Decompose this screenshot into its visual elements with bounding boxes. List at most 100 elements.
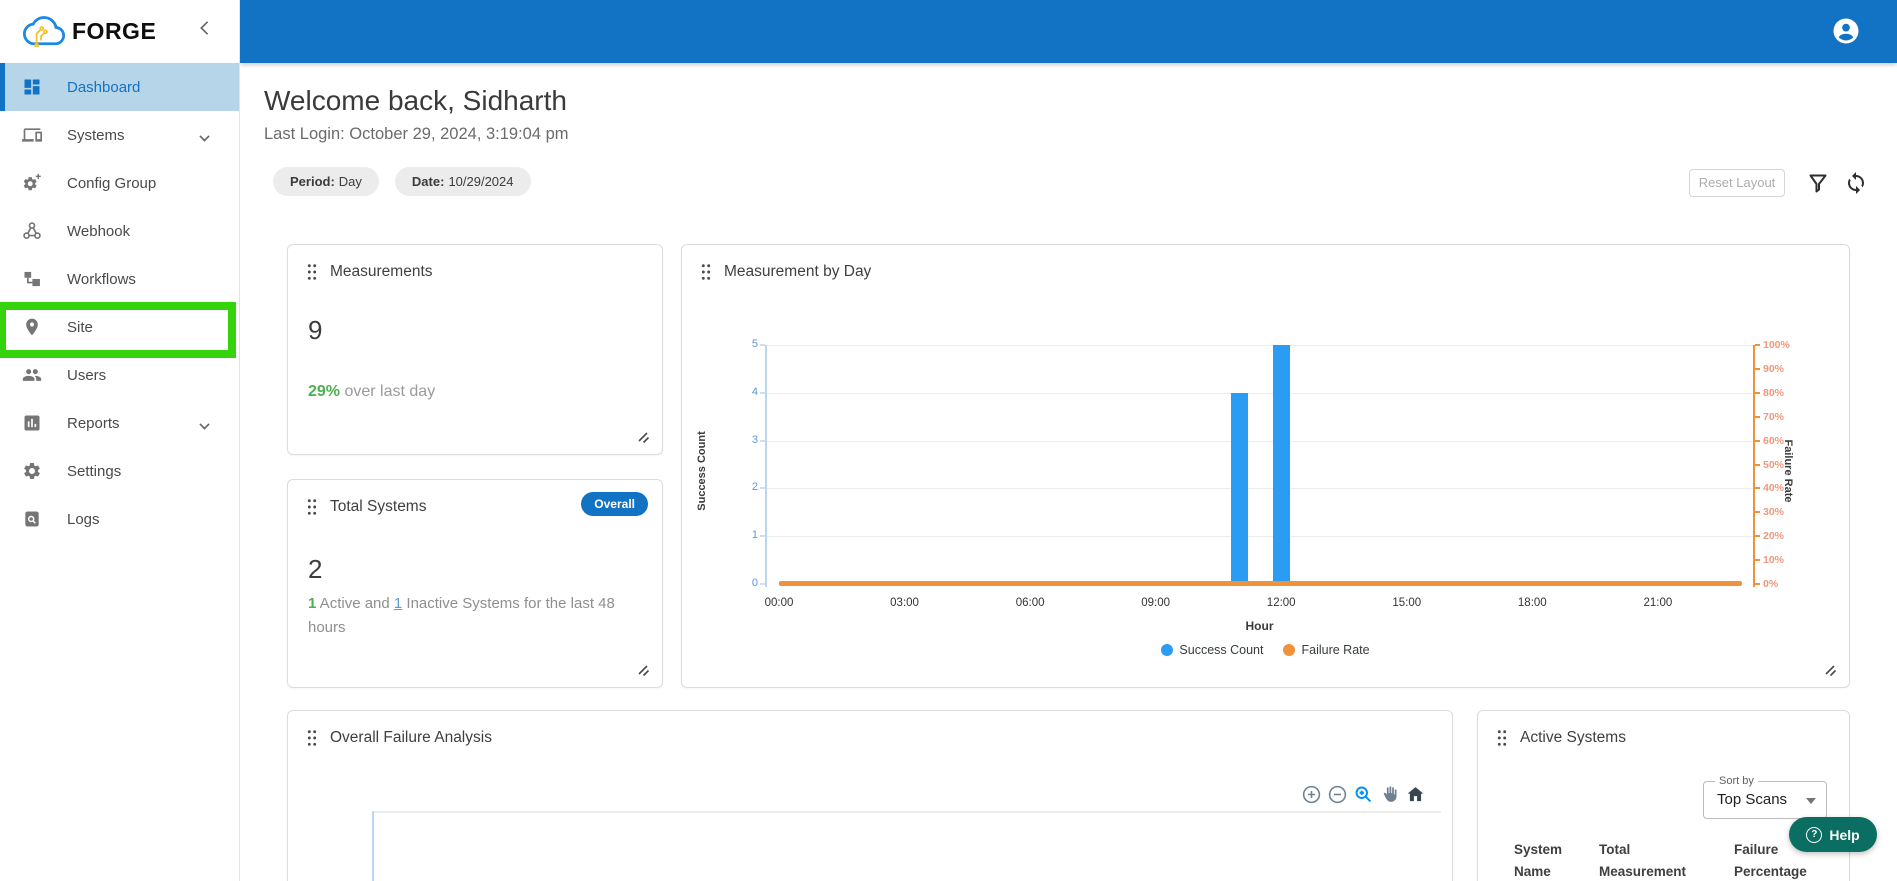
axis-tick bbox=[1755, 415, 1760, 418]
sort-by-select[interactable]: Sort by Top Scans bbox=[1703, 775, 1827, 819]
axis-tick bbox=[1755, 439, 1760, 442]
delta-percent: 29% bbox=[308, 383, 341, 400]
chart-toolbar bbox=[1301, 784, 1426, 805]
period-chip-label: Period: bbox=[290, 174, 335, 189]
axis-tick bbox=[1755, 367, 1760, 370]
sidebar-item-label: Systems bbox=[67, 126, 125, 144]
axis-tick bbox=[1755, 535, 1760, 538]
legend-dot-icon bbox=[1161, 644, 1174, 656]
right-axis-tick-label: 60% bbox=[1763, 434, 1785, 447]
sidebar-item-systems[interactable]: Systems bbox=[0, 111, 239, 159]
x-axis-tick-label: 09:00 bbox=[1141, 597, 1171, 609]
x-axis-tick-label: 06:00 bbox=[1015, 597, 1045, 609]
workflow-tree-icon bbox=[22, 269, 42, 289]
sidebar-item-config-group[interactable]: Config Group bbox=[0, 159, 239, 207]
sidebar-item-label: Site bbox=[67, 318, 93, 336]
sidebar-item-workflows[interactable]: Workflows bbox=[0, 255, 239, 303]
sidebar-item-dashboard[interactable]: Dashboard bbox=[0, 63, 239, 111]
measurement-by-day-card: Measurement by Day Success Count Failure… bbox=[681, 244, 1850, 688]
x-axis-tick-label: 03:00 bbox=[890, 597, 919, 609]
legend-item[interactable]: Success Count bbox=[1161, 643, 1263, 657]
right-axis-tick-label: 100% bbox=[1763, 339, 1790, 351]
resize-handle-icon[interactable] bbox=[636, 663, 652, 679]
sort-by-value: Top Scans bbox=[1717, 791, 1788, 808]
resize-handle-icon[interactable] bbox=[1823, 663, 1839, 679]
period-chip[interactable]: Period: Day bbox=[273, 167, 379, 196]
sidebar-item-site[interactable]: Site bbox=[0, 303, 239, 351]
right-axis-tick-label: 40% bbox=[1763, 482, 1785, 495]
measurement-by-day-chart: Success Count Failure Rate Success Count… bbox=[682, 245, 1849, 687]
selection-zoom-icon[interactable] bbox=[1353, 784, 1374, 805]
sort-by-label: Sort by bbox=[1715, 775, 1758, 787]
chevron-down-icon bbox=[199, 419, 210, 430]
main-content: Welcome back, Sidharth Last Login: Octob… bbox=[240, 63, 1897, 881]
left-axis-tick-label: 0 bbox=[751, 577, 758, 589]
left-axis-title: Success Count bbox=[696, 431, 708, 511]
pan-hand-icon[interactable] bbox=[1379, 784, 1400, 805]
chevron-down-icon bbox=[1806, 798, 1816, 804]
date-chip-label: Date: bbox=[411, 174, 445, 189]
logo-row: FORGE bbox=[0, 0, 239, 63]
left-axis-tick-label: 4 bbox=[751, 385, 758, 398]
zoom-out-icon[interactable] bbox=[1327, 784, 1348, 805]
success-count-bar[interactable] bbox=[1272, 345, 1290, 584]
failure-rate-line[interactable] bbox=[779, 581, 1742, 586]
chart-y-axis-line bbox=[372, 811, 374, 881]
chart-gridline bbox=[766, 440, 1753, 442]
sidebar-item-settings[interactable]: Settings bbox=[0, 447, 239, 495]
sidebar-collapse-icon[interactable] bbox=[200, 21, 214, 35]
drag-handle-icon[interactable] bbox=[306, 729, 318, 747]
card-title: Measurements bbox=[330, 263, 433, 280]
brand-name: FORGE bbox=[72, 18, 157, 44]
zoom-in-icon[interactable] bbox=[1301, 784, 1322, 805]
chart-gridline bbox=[372, 811, 1441, 813]
sidebar-item-webhook[interactable]: Webhook bbox=[0, 207, 239, 255]
delta-suffix: over last day bbox=[340, 383, 436, 400]
drag-handle-icon[interactable] bbox=[306, 498, 318, 516]
cloud-circuit-logo-icon bbox=[22, 11, 66, 52]
right-axis-tick-label: 30% bbox=[1763, 506, 1785, 519]
sidebar-item-reports[interactable]: Reports bbox=[0, 399, 239, 447]
sidebar-item-users[interactable]: Users bbox=[0, 351, 239, 399]
date-chip-value: 10/29/2024 bbox=[448, 174, 514, 189]
right-axis-tick-label: 70% bbox=[1763, 410, 1785, 423]
sidebar-item-label: Dashboard bbox=[67, 78, 141, 96]
x-axis-tick-label: 00:00 bbox=[764, 597, 794, 609]
resize-handle-icon[interactable] bbox=[636, 430, 652, 446]
legend-label: Failure Rate bbox=[1301, 643, 1370, 657]
reset-layout-button[interactable]: Reset Layout bbox=[1689, 169, 1785, 197]
help-button[interactable]: ? Help bbox=[1789, 817, 1877, 852]
inactive-count-link[interactable]: 1 bbox=[394, 595, 402, 612]
chevron-down-icon bbox=[199, 131, 210, 142]
drag-handle-icon[interactable] bbox=[306, 263, 318, 281]
gear-icon bbox=[22, 461, 42, 481]
axis-tick bbox=[1755, 583, 1760, 585]
right-axis-tick-label: 20% bbox=[1763, 530, 1785, 543]
account-circle-icon[interactable] bbox=[1831, 16, 1861, 46]
success-count-bar[interactable] bbox=[1230, 392, 1248, 584]
question-circle-icon: ? bbox=[1806, 826, 1823, 843]
sidebar-item-label: Config Group bbox=[67, 174, 157, 192]
sidebar-item-label: Users bbox=[67, 366, 107, 384]
last-login-text: Last Login: October 29, 2024, 3:19:04 pm bbox=[264, 125, 569, 143]
devices-icon bbox=[22, 125, 42, 145]
legend-label: Success Count bbox=[1179, 643, 1264, 657]
column-header: Total Measurement bbox=[1599, 842, 1687, 879]
active-systems-card: Active Systems Sort by Top Scans System … bbox=[1477, 710, 1850, 881]
chart-gridline bbox=[766, 345, 1753, 346]
drag-handle-icon[interactable] bbox=[1496, 729, 1508, 747]
filter-funnel-icon[interactable] bbox=[1806, 171, 1830, 195]
bar-chart-icon bbox=[22, 413, 42, 433]
home-icon[interactable] bbox=[1405, 784, 1426, 805]
left-axis-tick-label: 1 bbox=[751, 529, 758, 542]
legend-item[interactable]: Failure Rate bbox=[1283, 643, 1370, 657]
refresh-sync-icon[interactable] bbox=[1844, 171, 1868, 195]
webhook-icon bbox=[22, 221, 42, 241]
left-axis-tick-label: 3 bbox=[751, 433, 758, 446]
date-chip[interactable]: Date: 10/29/2024 bbox=[394, 167, 531, 196]
legend-dot-icon bbox=[1283, 644, 1296, 656]
app-bar bbox=[240, 0, 1897, 63]
axis-tick bbox=[1755, 344, 1760, 346]
sidebar-item-logs[interactable]: Logs bbox=[0, 495, 239, 543]
overall-failure-analysis-card: Overall Failure Analysis bbox=[287, 710, 1453, 881]
